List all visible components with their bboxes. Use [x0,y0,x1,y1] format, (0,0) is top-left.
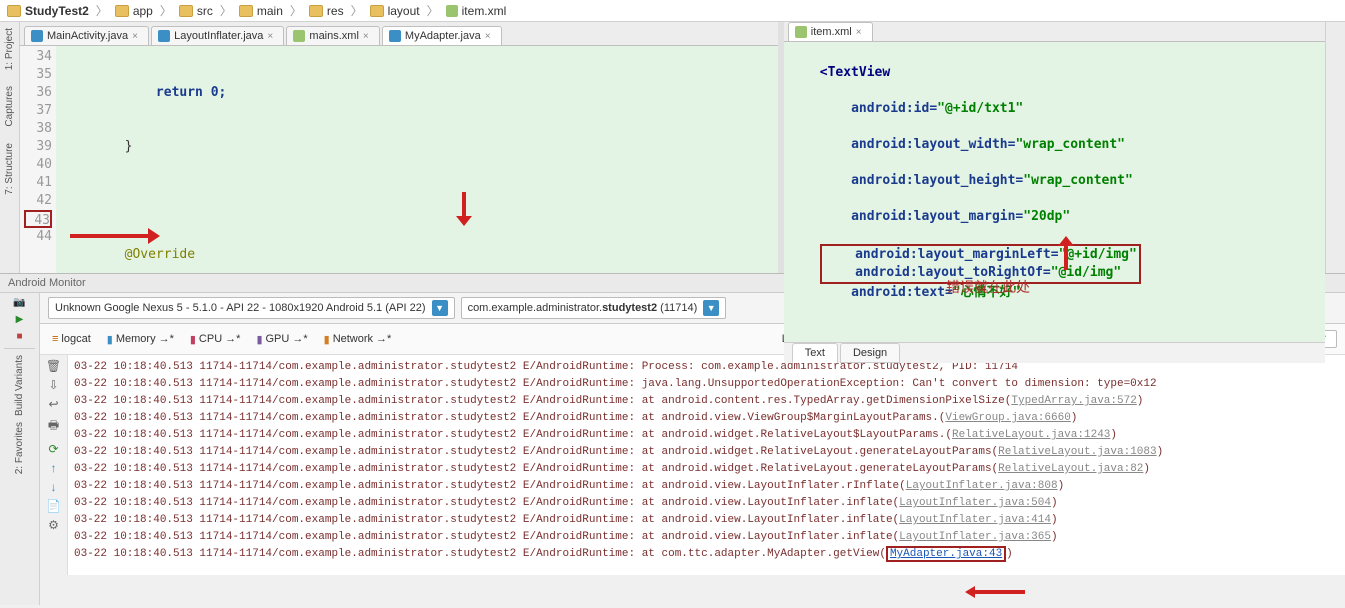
camera-icon[interactable]: 📷 [13,297,25,308]
crumb-app[interactable]: app [112,4,156,18]
crumb-file[interactable]: item.xml [443,4,510,18]
close-icon[interactable]: × [363,31,373,41]
folder-icon [239,5,253,17]
text-tab[interactable]: Text [792,343,838,363]
crumb-main[interactable]: main [236,4,286,18]
xml-file-icon [795,26,807,38]
tab-mainactivity[interactable]: MainActivity.java× [24,26,149,45]
close-icon[interactable]: × [132,31,142,41]
network-tab[interactable]: ▮Network →* [320,331,396,348]
chevron-down-icon: ▼ [432,300,448,316]
close-icon[interactable]: × [267,31,277,41]
tab-myadapter[interactable]: MyAdapter.java× [382,26,502,45]
up-icon[interactable]: ↑ [51,461,57,475]
settings-icon[interactable]: ⚙ [48,518,59,532]
crumb-res[interactable]: res [306,4,347,18]
wrap-icon[interactable]: ↩ [48,397,58,411]
device-selector[interactable]: Unknown Google Nexus 5 - 5.1.0 - API 22 … [48,297,455,319]
build-variants-tab[interactable]: Build Variants [14,355,25,416]
right-tool-stripe [1325,22,1345,273]
editor-tabs-left: MainActivity.java× LayoutInflater.java× … [20,22,778,46]
project-tool-tab[interactable]: 1: Project [4,22,15,76]
play-icon[interactable]: ▶ [16,314,24,325]
logcat-tab[interactable]: ≡logcat [48,331,95,347]
design-tab[interactable]: Design [840,343,900,363]
favorites-tab[interactable]: 2: Favorites [14,422,25,474]
folder-icon [370,5,384,17]
java-file-icon [31,30,43,42]
restart-icon[interactable]: ⟳ [48,442,58,456]
annotation-text: 错误就在此处 [946,277,1030,297]
export-icon[interactable]: 📄 [46,499,61,513]
line-gutter: 34 35 36 37 38 39 40 41 42 43 44 [20,46,56,273]
design-text-tabs: Text Design [784,342,1325,363]
java-file-icon [389,30,401,42]
tab-mainsxml[interactable]: mains.xml× [286,26,380,45]
folder-icon [7,5,21,17]
folder-icon [309,5,323,17]
log-action-sidebar: 🗑 ⇩ ↩ 🖶 ⟳ ↑ ↓ 📄 ⚙ [40,355,68,575]
xml-file-icon [293,30,305,42]
tab-itemxml[interactable]: item.xml× [788,22,873,41]
folder-icon [179,5,193,17]
code-editor-left[interactable]: 34 35 36 37 38 39 40 41 42 43 44 return … [20,46,778,273]
code-editor-right[interactable]: <TextView android:id="@+id/txt1" android… [784,42,1325,342]
java-file-icon [158,30,170,42]
process-selector[interactable]: com.example.administrator.studytest2 (11… [461,297,727,319]
crumb-project[interactable]: StudyTest2 [4,4,92,18]
monitor-left-tools: 📷 ▶ ■ Build Variants 2: Favorites [0,293,40,605]
left-tool-stripe: 1: Project Captures 7: Structure [0,22,20,273]
stop-icon[interactable]: ■ [16,331,22,342]
print-icon[interactable]: 🖶 [48,416,59,437]
folder-icon [115,5,129,17]
memory-tab[interactable]: ▮Memory →* [103,331,178,348]
cpu-tab[interactable]: ▮CPU →* [186,331,245,348]
scroll-down-icon[interactable]: ⇩ [48,378,58,392]
down-icon[interactable]: ↓ [51,480,57,494]
captures-tool-tab[interactable]: Captures [4,80,15,133]
breadcrumb: StudyTest2〉 app〉 src〉 main〉 res〉 layout〉… [0,0,1345,22]
line-43-highlight: 43 [24,210,52,228]
xml-file-icon [446,5,458,17]
crumb-layout[interactable]: layout [367,4,423,18]
close-icon[interactable]: × [485,31,495,41]
close-icon[interactable]: × [856,27,866,37]
structure-tool-tab[interactable]: 7: Structure [4,137,15,201]
tab-layoutinflater[interactable]: LayoutInflater.java× [151,26,284,45]
crumb-src[interactable]: src [176,4,216,18]
gpu-tab[interactable]: ▮GPU →* [252,331,311,348]
editor-tabs-right: item.xml× [784,22,1325,42]
trash-icon[interactable]: 🗑 [46,359,61,373]
chevron-down-icon: ▼ [703,300,719,316]
logcat-output[interactable]: 03-22 10:18:40.513 11714-11714/com.examp… [68,355,1345,575]
